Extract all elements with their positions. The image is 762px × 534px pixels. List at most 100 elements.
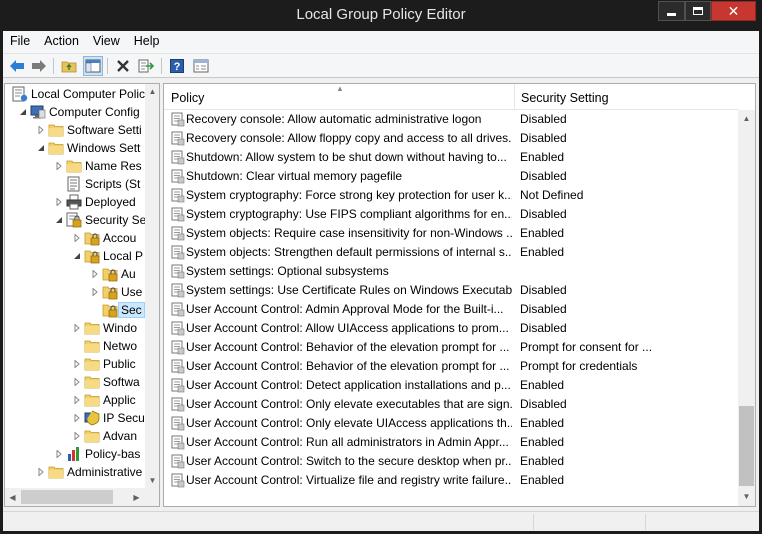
policy-name: User Account Control: Admin Approval Mod…: [186, 302, 504, 316]
policy-row[interactable]: User Account Control: Detect application…: [164, 376, 738, 395]
policy-row[interactable]: System cryptography: Use FIPS compliant …: [164, 205, 738, 224]
collapsed-triangle-icon[interactable]: [89, 286, 101, 298]
tree-node[interactable]: Scripts (St: [53, 175, 140, 193]
vertical-scroll-thumb[interactable]: [739, 406, 754, 486]
menu-action[interactable]: Action: [37, 31, 86, 53]
scroll-down-icon[interactable]: ▼: [739, 489, 754, 504]
tree-vertical-scrollbar[interactable]: ▲ ▼: [145, 84, 159, 488]
maximize-button[interactable]: [685, 1, 711, 21]
collapsed-triangle-icon[interactable]: [53, 160, 65, 172]
policy-row[interactable]: User Account Control: Switch to the secu…: [164, 452, 738, 471]
menu-help[interactable]: Help: [127, 31, 167, 53]
tree-node[interactable]: Windows Sett: [35, 139, 140, 157]
collapsed-triangle-icon[interactable]: [35, 124, 47, 136]
menu-file[interactable]: File: [3, 31, 37, 53]
policy-row[interactable]: System objects: Strengthen default permi…: [164, 243, 738, 262]
policy-row[interactable]: User Account Control: Allow UIAccess app…: [164, 319, 738, 338]
up-one-level-button[interactable]: [59, 56, 79, 76]
toolbar-separator: [161, 58, 162, 74]
expanded-triangle-icon[interactable]: [35, 142, 47, 154]
policy-security-setting: Enabled: [520, 378, 565, 392]
policy-row[interactable]: User Account Control: Only elevate UIAcc…: [164, 414, 738, 433]
tree-node[interactable]: Au: [89, 265, 136, 283]
policy-row[interactable]: Recovery console: Allow floppy copy and …: [164, 129, 738, 148]
collapsed-triangle-icon[interactable]: [71, 412, 83, 424]
tree-node-label: Softwa: [103, 375, 140, 389]
tree-node[interactable]: Administrative: [35, 463, 142, 481]
horizontal-scroll-thumb[interactable]: [21, 490, 113, 504]
collapsed-triangle-icon[interactable]: [71, 394, 83, 406]
tree-node[interactable]: Accou: [71, 229, 136, 247]
window-title: Local Group Policy Editor: [296, 6, 466, 23]
tree-node[interactable]: Softwa: [71, 373, 140, 391]
tree-node[interactable]: IP Secu: [71, 409, 145, 427]
policy-row[interactable]: System objects: Require case insensitivi…: [164, 224, 738, 243]
tree-node[interactable]: Public: [71, 355, 136, 373]
show-hide-tree-button[interactable]: [83, 56, 103, 76]
collapsed-triangle-icon[interactable]: [71, 376, 83, 388]
tree-node[interactable]: Local Computer Polic: [11, 85, 145, 103]
scroll-right-icon[interactable]: ▶: [129, 490, 144, 505]
policy-row[interactable]: Recovery console: Allow automatic admini…: [164, 110, 738, 129]
collapsed-triangle-icon[interactable]: [71, 322, 83, 334]
policy-security-setting: Enabled: [520, 226, 565, 240]
policy-row[interactable]: User Account Control: Admin Approval Mod…: [164, 300, 738, 319]
policy-row[interactable]: System settings: Use Certificate Rules o…: [164, 281, 738, 300]
back-button[interactable]: [7, 56, 27, 76]
tree-node[interactable]: Windo: [71, 319, 137, 337]
tree-node[interactable]: Software Setti: [35, 121, 142, 139]
collapsed-triangle-icon[interactable]: [71, 232, 83, 244]
policy-row[interactable]: User Account Control: Run all administra…: [164, 433, 738, 452]
tree-node[interactable]: Advan: [71, 427, 137, 445]
policy-row[interactable]: System cryptography: Force strong key pr…: [164, 186, 738, 205]
security-icon: [66, 212, 82, 228]
tree-node[interactable]: Use: [89, 283, 142, 301]
tree-node[interactable]: Netwo: [71, 337, 137, 355]
close-button[interactable]: ✕: [711, 1, 756, 21]
tree-node[interactable]: Computer Config: [17, 103, 140, 121]
expanded-triangle-icon[interactable]: [53, 214, 65, 226]
forward-button[interactable]: [29, 56, 49, 76]
status-bar: [3, 511, 759, 531]
collapsed-triangle-icon[interactable]: [35, 466, 47, 478]
properties-button[interactable]: [191, 56, 211, 76]
expanded-triangle-icon[interactable]: [17, 106, 29, 118]
tree-node[interactable]: Local P: [71, 247, 143, 265]
scroll-up-icon[interactable]: ▲: [145, 84, 159, 99]
column-header-security-setting[interactable]: Security Setting: [516, 84, 738, 110]
column-header-policy[interactable]: Policy ▲: [164, 84, 515, 110]
collapsed-triangle-icon[interactable]: [71, 430, 83, 442]
scroll-up-icon[interactable]: ▲: [739, 111, 754, 126]
minimize-button[interactable]: [658, 1, 685, 21]
policy-row[interactable]: User Account Control: Behavior of the el…: [164, 357, 738, 376]
export-list-button[interactable]: [136, 56, 156, 76]
help-button[interactable]: ?: [167, 56, 187, 76]
tree-node[interactable]: Security Se: [53, 211, 146, 229]
policy-row[interactable]: Shutdown: Allow system to be shut down w…: [164, 148, 738, 167]
collapsed-triangle-icon[interactable]: [71, 358, 83, 370]
collapsed-triangle-icon[interactable]: [53, 196, 65, 208]
delete-button[interactable]: [113, 56, 133, 76]
policy-row[interactable]: User Account Control: Behavior of the el…: [164, 338, 738, 357]
policy-row[interactable]: User Account Control: Only elevate execu…: [164, 395, 738, 414]
console-tree-pane[interactable]: Local Computer Polic Computer Config Softw…: [4, 83, 160, 507]
list-vertical-scrollbar[interactable]: ▲ ▼: [738, 110, 755, 506]
collapsed-triangle-icon[interactable]: [89, 268, 101, 280]
tree-node-label: Administrative: [67, 465, 143, 479]
tree-node[interactable]: Policy-bas: [53, 445, 140, 463]
menu-view[interactable]: View: [86, 31, 127, 53]
scroll-left-icon[interactable]: ◀: [5, 490, 20, 505]
policy-row[interactable]: System settings: Optional subsystems: [164, 262, 738, 281]
tree-node[interactable]: Applic: [71, 391, 136, 409]
scroll-down-icon[interactable]: ▼: [145, 473, 159, 488]
tree-horizontal-scrollbar[interactable]: ◀ ▶: [5, 488, 159, 506]
tree-node[interactable]: Sec: [89, 301, 145, 319]
policy-row[interactable]: Shutdown: Clear virtual memory pagefile D…: [164, 167, 738, 186]
expanded-triangle-icon[interactable]: [71, 250, 83, 262]
tree-node-label: IP Secu: [103, 411, 145, 425]
folder-icon: [84, 374, 100, 390]
tree-node[interactable]: Name Res: [53, 157, 142, 175]
policy-row[interactable]: User Account Control: Virtualize file an…: [164, 471, 738, 490]
collapsed-triangle-icon[interactable]: [53, 448, 65, 460]
tree-node[interactable]: Deployed: [53, 193, 136, 211]
